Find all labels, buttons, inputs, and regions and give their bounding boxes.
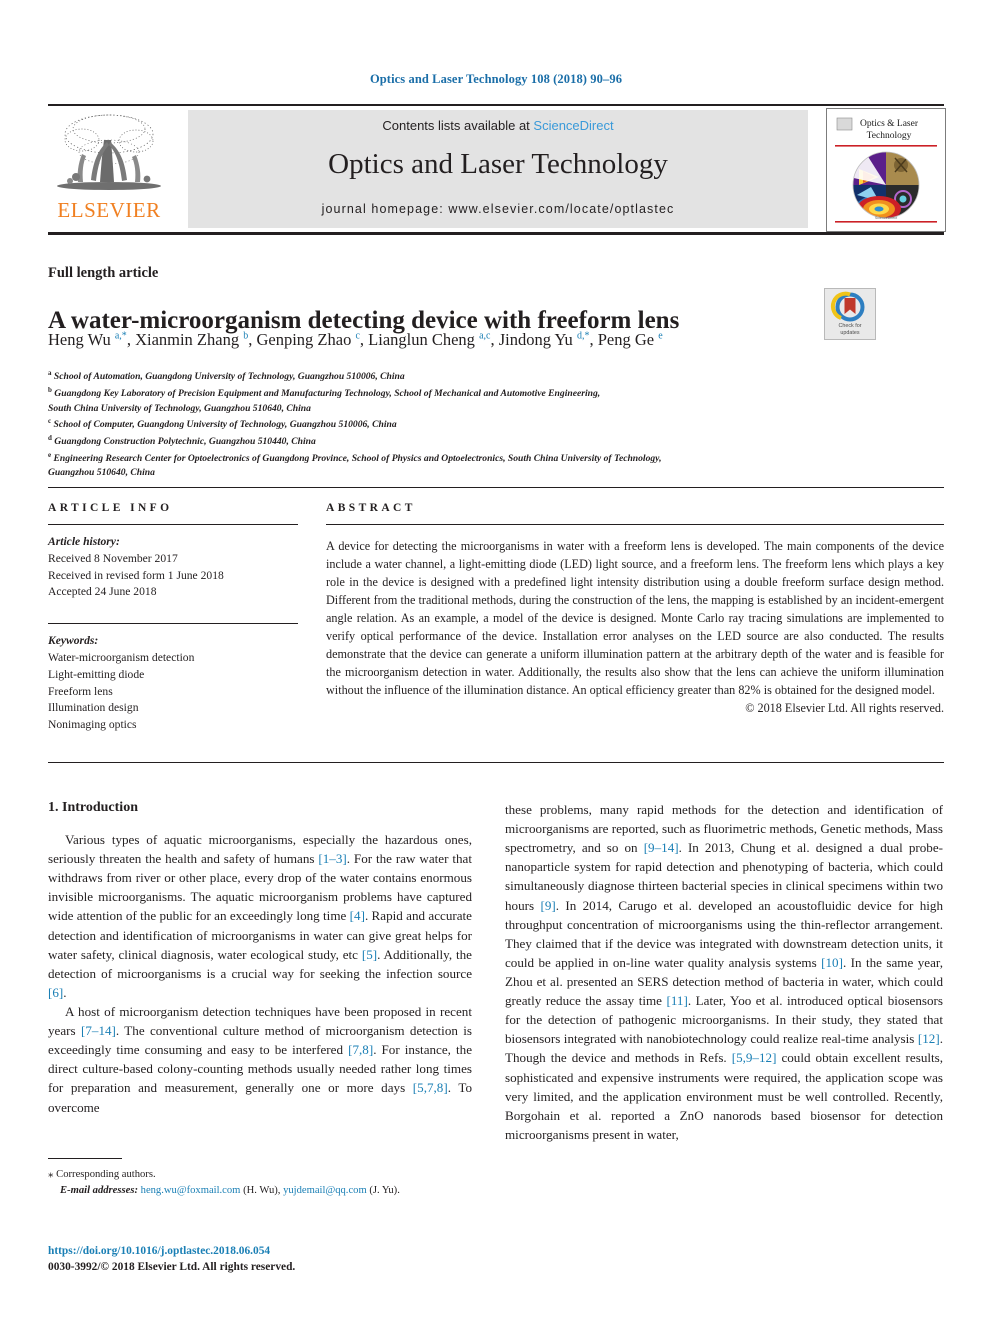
- asterisk-icon: ⁎: [48, 1168, 54, 1180]
- body-column-right: these problems, many rapid methods for t…: [505, 800, 943, 1144]
- doi-block: https://doi.org/10.1016/j.optlastec.2018…: [48, 1244, 478, 1276]
- keywords-separator-rule: [48, 623, 298, 625]
- elsevier-wordmark: ELSEVIER: [57, 198, 161, 222]
- section-heading-introduction: 1. Introduction: [48, 800, 138, 815]
- journal-title: Optics and Laser Technology: [328, 148, 668, 180]
- svg-text:ScienceDirect: ScienceDirect: [875, 216, 897, 220]
- history-item: Accepted 24 June 2018: [48, 585, 157, 599]
- keyword-item: Nonimaging optics: [48, 718, 137, 732]
- abstract-heading: ABSTRACT: [326, 502, 416, 514]
- corresponding-author-note: ⁎ Corresponding authors.: [48, 1166, 472, 1183]
- sciencedirect-link[interactable]: ScienceDirect: [533, 118, 613, 133]
- paragraph: A host of microorganism detection techni…: [48, 1003, 473, 1115]
- journal-cover-thumbnail: Optics & Laser Technology ScienceDirect: [826, 108, 946, 232]
- footnote-rule: [48, 1158, 122, 1159]
- abstract-rule: [326, 524, 944, 525]
- svg-text:Optics & Laser: Optics & Laser: [860, 119, 919, 129]
- issn-copyright-line: 0030-3992/© 2018 Elsevier Ltd. All right…: [48, 1260, 296, 1273]
- keywords-group: Keywords: Water-microorganism detection …: [48, 633, 298, 734]
- contents-available-line: Contents lists available at ScienceDirec…: [188, 118, 808, 133]
- keywords-label: Keywords:: [48, 634, 99, 648]
- article-info-rule: [48, 524, 298, 525]
- history-item: Received in revised form 1 June 2018: [48, 568, 224, 582]
- history-item: Received 8 November 2017: [48, 551, 178, 565]
- article-type-label: Full length article: [48, 265, 159, 281]
- crossmark-badge[interactable]: Check for updates: [824, 288, 876, 340]
- paragraph: these problems, many rapid methods for t…: [505, 802, 944, 1142]
- journal-cover-art: Optics & Laser Technology ScienceDirect: [827, 109, 945, 231]
- email-addresses[interactable]: heng.wu@foxmail.com (H. Wu), yujdemail@q…: [141, 1185, 400, 1196]
- corresponding-author-text: Corresponding authors.: [56, 1169, 156, 1180]
- article-history-group: Article history: Received 8 November 201…: [48, 534, 298, 601]
- running-head: Optics and Laser Technology 108 (2018) 9…: [369, 72, 623, 86]
- article-info-column: ARTICLE INFO Article history: Received 8…: [48, 502, 298, 734]
- crossmark-label-line2: updates: [840, 329, 860, 336]
- keyword-item: Illumination design: [48, 701, 139, 715]
- author-list: Heng Wu a,*, Xianmin Zhang b, Genping Zh…: [48, 330, 663, 349]
- abstract-text: A device for detecting the microorganism…: [326, 539, 944, 698]
- contents-prefix: Contents lists available at: [382, 118, 534, 133]
- masthead-panel: Contents lists available at ScienceDirec…: [188, 110, 808, 228]
- footnote-block: ⁎ Corresponding authors. E-mail addresse…: [48, 1158, 472, 1199]
- masthead-bottom-rule: [48, 232, 944, 235]
- abstract-column: ABSTRACT A device for detecting the micr…: [326, 502, 944, 716]
- email-label: E-mail addresses:: [60, 1184, 138, 1196]
- paper-page: Optics and Laser Technology 108 (2018) 9…: [0, 0, 992, 1323]
- journal-homepage-link[interactable]: journal homepage: www.elsevier.com/locat…: [188, 202, 808, 216]
- masthead-top-rule: [48, 104, 944, 106]
- info-block-bottom-rule: [48, 762, 944, 763]
- affiliation-list: a School of Automation, Guangdong Univer…: [48, 369, 662, 479]
- abstract-copyright: © 2018 Elsevier Ltd. All rights reserved…: [745, 701, 944, 716]
- email-note: E-mail addresses: heng.wu@foxmail.com (H…: [48, 1183, 472, 1199]
- article-history-label: Article history:: [48, 535, 120, 548]
- doi-link[interactable]: https://doi.org/10.1016/j.optlastec.2018…: [48, 1244, 478, 1260]
- elsevier-tree-icon: [57, 114, 161, 190]
- info-block-top-rule: [48, 487, 944, 488]
- journal-masthead: ELSEVIER Contents lists available at Sci…: [48, 104, 946, 235]
- keyword-item: Water-microorganism detection: [48, 650, 195, 664]
- elsevier-logo: ELSEVIER: [48, 110, 170, 230]
- article-info-heading: ARTICLE INFO: [48, 502, 173, 514]
- keyword-item: Light-emitting diode: [48, 667, 145, 681]
- paragraph: Various types of aquatic microorganisms,…: [48, 832, 472, 1000]
- keyword-item: Freeform lens: [48, 684, 113, 698]
- body-column-left: 1. Introduction Various types of aquatic…: [48, 800, 472, 1117]
- svg-text:Technology: Technology: [867, 131, 912, 141]
- crossmark-label: Check for updates: [825, 323, 875, 336]
